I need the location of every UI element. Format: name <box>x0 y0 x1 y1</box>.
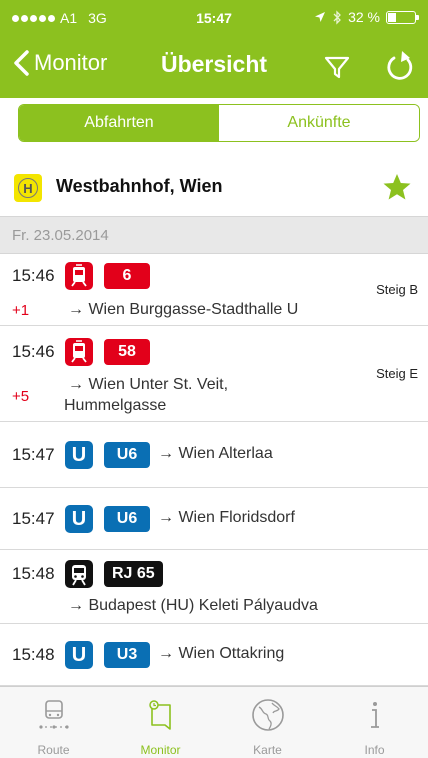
departure-time: 15:47 <box>12 509 55 528</box>
line-badge: U6 <box>104 506 150 532</box>
destination-label: → Wien Unter St. Veit, <box>68 376 229 393</box>
line-badge: U3 <box>104 642 150 668</box>
bus-icon <box>38 700 69 729</box>
bluetooth-icon <box>333 9 341 25</box>
departure-row[interactable]: 15:47 U U6 → Wien Alterlaa <box>0 422 428 488</box>
departure-list: 15:46 6 Steig B +1 → Wien Burggasse-Stad… <box>0 254 428 686</box>
monitor-icon <box>148 700 171 730</box>
departure-time: 15:48 <box>12 564 55 583</box>
bottom-tab-bar: Route Monitor Karte Info <box>0 686 428 758</box>
departure-row[interactable]: 15:46 6 Steig B +1 → Wien Burggasse-Stad… <box>0 254 428 326</box>
train-icon <box>65 560 93 588</box>
destination-label: → Wien Floridsdorf <box>158 509 295 526</box>
status-right: 32 % <box>314 9 419 25</box>
departure-time: 15:48 <box>12 645 55 664</box>
station-name: Westbahnhof, Wien <box>56 176 223 196</box>
favorite-star-icon[interactable] <box>382 172 412 202</box>
filter-icon[interactable] <box>322 52 352 82</box>
app-header: A1 3G 15:47 32 % Monitor Übersicht <box>0 0 428 98</box>
battery-percent: 32 % <box>348 9 380 25</box>
line-badge: U6 <box>104 442 150 468</box>
tab-info[interactable]: Info <box>321 687 428 758</box>
platform-label: Steig E <box>376 366 418 381</box>
departures-arrivals-toggle: Abfahrten Ankünfte <box>18 104 420 142</box>
info-icon <box>370 702 379 728</box>
tab-departures[interactable]: Abfahrten <box>19 105 219 141</box>
tab-label: Monitor <box>140 743 181 757</box>
globe-icon <box>251 699 284 731</box>
tab-arrivals[interactable]: Ankünfte <box>219 105 419 141</box>
destination-label: → Wien Burggasse-Stadthalle U <box>68 301 299 318</box>
line-badge: 6 <box>104 263 150 289</box>
destination-label: → Budapest (HU) Keleti Pályaudva <box>68 597 318 614</box>
departure-row[interactable]: 15:48 RJ 65 → Budapest (HU) Keleti Pálya… <box>0 550 428 624</box>
departure-time: 15:46 <box>12 266 55 285</box>
battery-icon <box>386 10 419 24</box>
departure-time: 15:47 <box>12 445 55 464</box>
refresh-icon[interactable] <box>384 48 416 82</box>
status-bar: A1 3G 15:47 32 % <box>0 0 428 40</box>
delay-label: +5 <box>12 388 30 405</box>
delay-label: +1 <box>12 302 30 319</box>
departure-row[interactable]: 15:47 U U6 → Wien Floridsdorf <box>0 488 428 550</box>
tab-route[interactable]: Route <box>0 687 107 758</box>
tab-label: Route <box>37 743 70 757</box>
date-label: Fr. 23.05.2014 <box>12 227 109 244</box>
ubahn-icon: U <box>65 641 93 669</box>
destination-label: → Wien Alterlaa <box>158 445 273 462</box>
destination-label-line2: Hummelgasse <box>64 397 167 414</box>
station-header: H Westbahnhof, Wien <box>0 158 428 214</box>
line-badge: RJ 65 <box>104 561 163 587</box>
navigation-bar: Monitor Übersicht <box>0 40 428 98</box>
ubahn-icon: U <box>65 505 93 533</box>
date-section-header: Fr. 23.05.2014 <box>0 216 428 254</box>
departure-row[interactable]: 15:46 58 Steig E +5 → Wien Unter St. Vei… <box>0 326 428 422</box>
tram-icon <box>65 338 93 366</box>
tab-label: Karte <box>253 743 282 757</box>
line-badge: 58 <box>104 339 150 365</box>
platform-label: Steig B <box>376 282 418 297</box>
chevron-left-icon <box>14 50 29 76</box>
tram-icon <box>65 262 93 290</box>
tab-karte[interactable]: Karte <box>214 687 321 758</box>
tab-monitor[interactable]: Monitor <box>107 687 214 758</box>
back-button[interactable]: Monitor <box>12 49 107 77</box>
ubahn-icon: U <box>65 441 93 469</box>
tab-label: Info <box>364 743 385 757</box>
destination-label: → Wien Ottakring <box>158 645 285 662</box>
bus-stop-icon: H <box>14 174 42 202</box>
departure-time: 15:46 <box>12 342 55 361</box>
departure-row[interactable]: 15:48 U U3 → Wien Ottakring <box>0 624 428 686</box>
location-arrow-icon <box>315 12 326 22</box>
back-label: Monitor <box>34 50 108 75</box>
